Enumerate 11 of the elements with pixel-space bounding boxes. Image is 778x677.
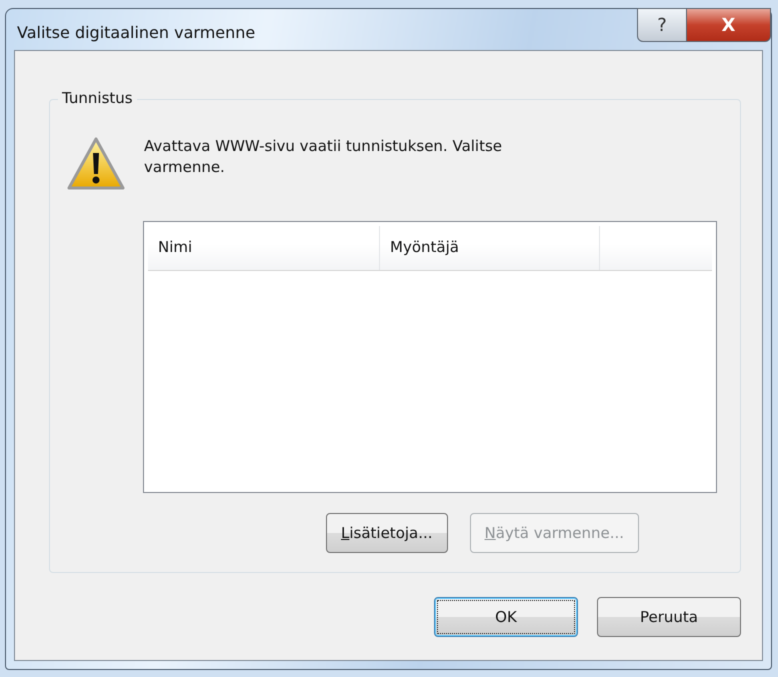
help-button[interactable]: ? bbox=[637, 8, 687, 42]
window-title: Valitse digitaalinen varmenne bbox=[17, 23, 256, 42]
column-header[interactable]: Myöntäjä bbox=[380, 226, 600, 270]
close-button[interactable]: X bbox=[687, 8, 771, 42]
cancel-button[interactable]: Peruuta bbox=[597, 597, 741, 637]
message-text: Avattava WWW-sivu vaatii tunnistuksen. Valitse varmenne. bbox=[144, 136, 504, 178]
ok-button[interactable]: OK bbox=[434, 597, 578, 637]
column-header[interactable]: Nimi bbox=[148, 226, 380, 270]
warning-icon bbox=[66, 136, 126, 192]
certificate-list[interactable]: Nimi Myöntäjä bbox=[143, 221, 717, 493]
details-button[interactable]: Lisätietoja... bbox=[326, 513, 448, 553]
